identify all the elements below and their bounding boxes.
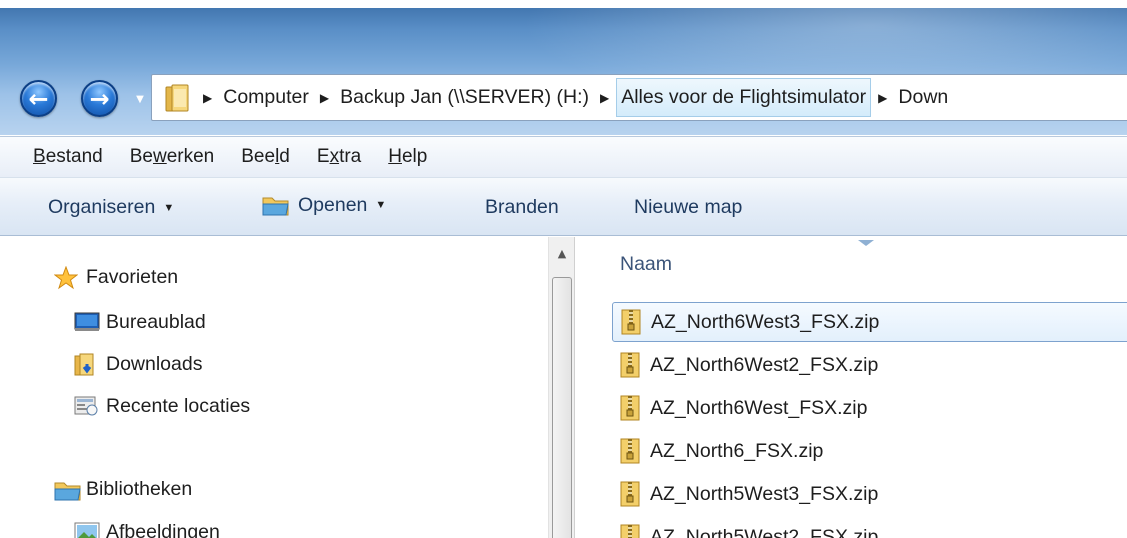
file-row[interactable]: AZ_North6West2_FSX.zip (612, 345, 1127, 385)
file-name: AZ_North6West_FSX.zip (650, 396, 868, 419)
nav-favorites-label: Favorieten (86, 265, 179, 288)
navigation-pane: Favorieten Bureaublad Downloads Recente … (0, 237, 548, 538)
arrow-right-icon: → (89, 84, 110, 113)
nav-libraries-label: Bibliotheken (86, 477, 193, 500)
nav-item-label: Recente locaties (106, 394, 251, 417)
zip-folder-icon (620, 438, 640, 464)
new-folder-button[interactable]: Nieuwe map (634, 196, 742, 219)
nav-favorites[interactable]: Favorieten (53, 262, 179, 292)
open-button[interactable]: Openen ▼ (262, 193, 386, 217)
menu-beeld[interactable]: Beeld (241, 146, 290, 168)
file-row[interactable]: AZ_North5West2_FSX.zip (612, 517, 1127, 538)
zip-folder-icon (621, 309, 641, 335)
breadcrumb-downloads[interactable]: Down (894, 78, 952, 117)
menu-label-pre: Bee (241, 146, 276, 167)
menu-extra[interactable]: Extra (317, 146, 361, 168)
open-label: Openen (298, 193, 368, 216)
address-bar[interactable]: ▶ Computer ▶ Backup Jan (\\SERVER) (H:) … (151, 74, 1127, 121)
scroll-up-button[interactable]: ▲ (551, 242, 573, 264)
folder-icon (164, 83, 190, 113)
menu-label-post: d (279, 146, 290, 167)
menu-bar: Bestand Bewerken Beeld Extra Help (0, 136, 1127, 178)
nav-item-downloads[interactable]: Downloads (74, 349, 202, 379)
navigation-pane-scrollbar[interactable]: ▲ (548, 237, 575, 538)
breadcrumb-separator[interactable]: ▶ (320, 91, 329, 105)
command-bar: Organiseren ▼ Openen ▼ Branden Nieuwe ma… (0, 178, 1127, 236)
libraries-icon (54, 478, 81, 501)
scroll-thumb[interactable] (552, 277, 572, 538)
menu-label-post: erken (166, 146, 215, 167)
organize-button[interactable]: Organiseren ▼ (48, 196, 174, 219)
menu-mnemonic: H (388, 146, 402, 167)
file-row[interactable]: AZ_North6West_FSX.zip (612, 388, 1127, 428)
menu-bewerken[interactable]: Bewerken (130, 146, 215, 168)
recent-pages-dropdown[interactable]: ▼ (133, 92, 147, 106)
star-icon (53, 265, 79, 290)
desktop-icon (74, 311, 100, 333)
nav-item-recent-places[interactable]: Recente locaties (74, 391, 250, 421)
burn-button[interactable]: Branden (485, 196, 559, 219)
zip-folder-icon (620, 395, 640, 421)
open-folder-icon (262, 193, 290, 217)
sort-indicator-icon (858, 240, 874, 246)
breadcrumb-separator[interactable]: ▶ (878, 91, 887, 105)
file-row[interactable]: AZ_North5West3_FSX.zip (612, 474, 1127, 514)
menu-mnemonic: x (329, 146, 340, 167)
nav-item-label: Downloads (106, 352, 203, 375)
breadcrumb-computer[interactable]: Computer (219, 78, 313, 117)
chevron-up-icon: ▲ (557, 246, 567, 260)
breadcrumb-separator[interactable]: ▶ (203, 91, 212, 105)
nav-item-label: Afbeeldingen (106, 520, 220, 538)
menu-bestand[interactable]: Bestand (33, 146, 103, 168)
chevron-down-icon: ▼ (375, 199, 387, 211)
file-name: AZ_North5West3_FSX.zip (650, 482, 879, 505)
recent-places-icon (74, 395, 98, 417)
menu-help[interactable]: Help (388, 146, 427, 168)
zip-folder-icon (620, 481, 640, 507)
menu-label-pre: E (316, 146, 330, 167)
file-name: AZ_North6West3_FSX.zip (651, 310, 880, 333)
file-list-pane: Naam AZ_North6West3_FSX.zip AZ_North6Wes… (576, 237, 1127, 538)
menu-label-post: tra (339, 146, 362, 167)
nav-libraries[interactable]: Bibliotheken (54, 474, 192, 504)
nav-item-label: Bureaublad (106, 310, 206, 333)
breadcrumb-separator[interactable]: ▶ (600, 91, 609, 105)
column-header-name[interactable]: Naam (620, 253, 672, 276)
breadcrumb-flightsimulator[interactable]: Alles voor de Flightsimulator (616, 78, 872, 117)
chevron-down-icon: ▼ (136, 93, 144, 105)
menu-label-post: estand (45, 146, 103, 167)
arrow-left-icon: ← (28, 84, 49, 113)
menu-mnemonic: w (152, 146, 167, 167)
menu-label-post: elp (401, 146, 428, 167)
burn-label: Branden (485, 196, 559, 218)
file-row[interactable]: AZ_North6West3_FSX.zip (612, 302, 1127, 342)
zip-folder-icon (620, 352, 640, 378)
file-name: AZ_North6West2_FSX.zip (650, 353, 879, 376)
breadcrumb-backup-drive[interactable]: Backup Jan (\\SERVER) (H:) (336, 78, 593, 117)
chevron-down-icon: ▼ (163, 201, 175, 214)
file-name: AZ_North6_FSX.zip (650, 439, 824, 462)
new-folder-label: Nieuwe map (634, 196, 743, 218)
back-button[interactable]: ← (20, 80, 57, 117)
pictures-icon (74, 521, 100, 538)
forward-button[interactable]: → (81, 80, 118, 117)
file-row[interactable]: AZ_North6_FSX.zip (612, 431, 1127, 471)
zip-folder-icon (620, 524, 640, 538)
nav-item-desktop[interactable]: Bureaublad (74, 307, 206, 337)
nav-item-pictures[interactable]: Afbeeldingen (74, 517, 220, 538)
organize-label: Organiseren (48, 196, 156, 218)
menu-mnemonic: B (33, 146, 46, 167)
downloads-icon (74, 353, 98, 376)
file-name: AZ_North5West2_FSX.zip (650, 525, 879, 538)
menu-label-pre: Be (129, 146, 153, 167)
